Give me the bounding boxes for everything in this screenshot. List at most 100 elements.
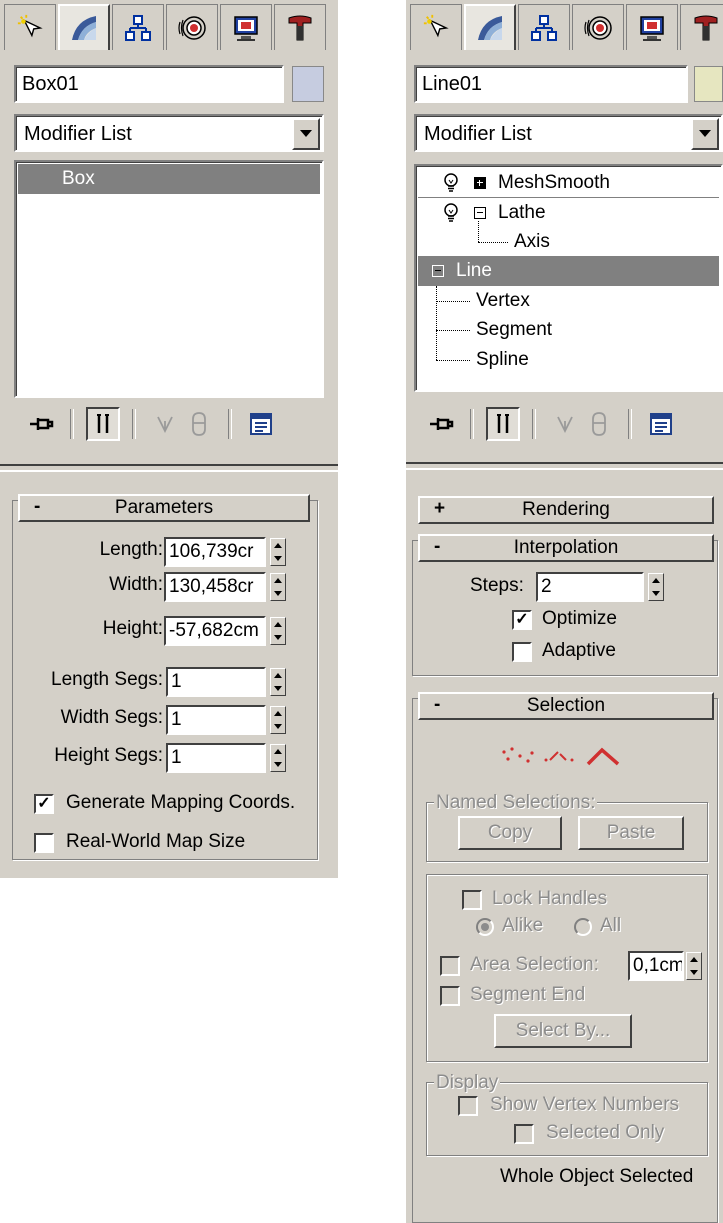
length-segs-input[interactable]: 1 <box>166 667 266 697</box>
hierarchy-tab-icon[interactable] <box>518 4 570 50</box>
steps-label: Steps: <box>470 575 524 596</box>
utilities-tab-icon[interactable] <box>274 4 326 50</box>
spline-level-icon[interactable] <box>584 744 624 768</box>
select-by-button[interactable]: Select By... <box>494 1014 632 1048</box>
real-world-map-checkbox[interactable] <box>34 833 54 853</box>
stack-item-line[interactable]: Line <box>418 256 719 286</box>
remove-modifier-icon[interactable] <box>582 407 616 441</box>
height-segs-spinner[interactable] <box>270 744 286 772</box>
create-tab-icon[interactable] <box>4 4 56 50</box>
length-input[interactable]: 106,739cr <box>164 537 266 567</box>
pin-stack-icon[interactable] <box>424 407 458 441</box>
lightbulb-icon[interactable] <box>442 173 460 193</box>
motion-tab-icon[interactable] <box>166 4 218 50</box>
modifier-stack[interactable]: Box <box>14 160 324 398</box>
left-command-panel: Box01 Modifier List Box - Parameters Len… <box>0 0 338 878</box>
separator <box>228 409 232 439</box>
length-spinner[interactable] <box>270 538 286 566</box>
stack-subitem-segment[interactable]: Segment <box>418 315 719 345</box>
width-segs-spinner[interactable] <box>270 706 286 734</box>
all-label: All <box>600 915 622 936</box>
segment-end-checkbox[interactable] <box>440 986 460 1006</box>
show-vertex-numbers-label: Show Vertex Numbers <box>490 1094 680 1115</box>
modify-tab-icon[interactable] <box>464 4 516 50</box>
height-input[interactable]: -57,682cm <box>164 616 266 646</box>
optimize-checkbox[interactable]: ✓ <box>512 610 532 630</box>
area-selection-spinner[interactable] <box>686 952 702 980</box>
interpolation-rollout-header[interactable]: - Interpolation <box>418 534 714 562</box>
make-unique-icon[interactable] <box>548 407 582 441</box>
utilities-tab-icon[interactable] <box>680 4 723 50</box>
generate-mapping-label: Generate Mapping Coords. <box>66 792 296 813</box>
paste-button[interactable]: Paste <box>578 816 684 850</box>
stack-item-label: Vertex <box>476 290 530 311</box>
alike-label: Alike <box>502 915 544 936</box>
width-input[interactable]: 130,458cr <box>164 572 266 602</box>
area-selection-checkbox[interactable] <box>440 956 460 976</box>
stack-item-label: Line <box>456 260 492 281</box>
hierarchy-tab-icon[interactable] <box>112 4 164 50</box>
stack-item-lathe[interactable]: Lathe <box>418 198 719 228</box>
display-tab-icon[interactable] <box>626 4 678 50</box>
show-vertex-numbers-checkbox[interactable] <box>458 1096 478 1116</box>
command-panel-tabs <box>0 0 326 52</box>
selection-rollout-header[interactable]: - Selection <box>418 692 714 720</box>
length-segs-spinner[interactable] <box>270 668 286 696</box>
display-tab-icon[interactable] <box>220 4 272 50</box>
separator <box>628 409 632 439</box>
rendering-rollout-header[interactable]: + Rendering <box>418 496 714 524</box>
lightbulb-icon[interactable] <box>442 203 460 223</box>
chevron-down-icon[interactable] <box>292 118 320 150</box>
display-group-label: Display <box>434 1072 501 1094</box>
object-name-field[interactable]: Box01 <box>14 65 284 103</box>
stack-subitem-spline[interactable]: Spline <box>418 345 719 375</box>
lock-handles-checkbox[interactable] <box>462 890 482 910</box>
stack-subitem-vertex[interactable]: Vertex <box>418 286 719 316</box>
show-end-result-icon[interactable] <box>486 407 520 441</box>
area-selection-input[interactable]: 0,1cm <box>628 951 684 981</box>
all-radio[interactable] <box>574 918 592 936</box>
remove-modifier-icon[interactable] <box>182 407 216 441</box>
show-end-result-icon[interactable] <box>86 407 120 441</box>
object-color-swatch[interactable] <box>292 66 324 102</box>
collapse-minus-icon[interactable] <box>474 207 486 219</box>
stack-item-meshsmooth[interactable]: MeshSmooth <box>418 168 719 198</box>
right-command-panel: Line01 Modifier List MeshSmooth Lathe Ax… <box>406 0 723 1223</box>
alike-radio[interactable] <box>476 918 494 936</box>
steps-input[interactable]: 2 <box>536 572 644 602</box>
stack-item-box[interactable]: Box <box>18 164 320 194</box>
height-segs-input[interactable]: 1 <box>166 743 266 773</box>
length-label: Length: <box>99 539 163 560</box>
modify-tab-icon[interactable] <box>58 4 110 50</box>
adaptive-checkbox[interactable] <box>512 642 532 662</box>
segment-level-icon[interactable] <box>542 744 578 768</box>
width-spinner[interactable] <box>270 573 286 601</box>
command-panel-tabs <box>406 0 723 52</box>
selected-only-checkbox[interactable] <box>514 1124 534 1144</box>
collapse-minus-icon[interactable] <box>432 265 444 277</box>
chevron-down-icon[interactable] <box>691 118 719 150</box>
expand-plus-icon[interactable] <box>474 177 486 189</box>
make-unique-icon[interactable] <box>148 407 182 441</box>
stack-subitem-axis[interactable]: Axis <box>418 227 719 257</box>
separator <box>532 409 536 439</box>
named-selections-label: Named Selections: <box>434 792 598 814</box>
height-spinner[interactable] <box>270 617 286 645</box>
configure-sets-icon[interactable] <box>244 407 278 441</box>
modifier-list-dropdown[interactable]: Modifier List <box>14 114 324 152</box>
steps-spinner[interactable] <box>648 573 664 601</box>
object-color-swatch[interactable] <box>694 66 723 102</box>
length-segs-label: Length Segs: <box>51 669 163 690</box>
parameters-rollout-header[interactable]: - Parameters <box>18 494 310 522</box>
create-tab-icon[interactable] <box>410 4 462 50</box>
width-segs-input[interactable]: 1 <box>166 705 266 735</box>
vertex-level-icon[interactable] <box>498 744 538 768</box>
copy-button[interactable]: Copy <box>458 816 562 850</box>
pin-stack-icon[interactable] <box>24 407 58 441</box>
motion-tab-icon[interactable] <box>572 4 624 50</box>
modifier-list-dropdown[interactable]: Modifier List <box>414 114 723 152</box>
object-name-field[interactable]: Line01 <box>414 65 688 103</box>
configure-sets-icon[interactable] <box>644 407 678 441</box>
modifier-stack[interactable]: MeshSmooth Lathe Axis Line Vertex Segmen… <box>414 164 723 392</box>
generate-mapping-checkbox[interactable]: ✓ <box>34 794 54 814</box>
